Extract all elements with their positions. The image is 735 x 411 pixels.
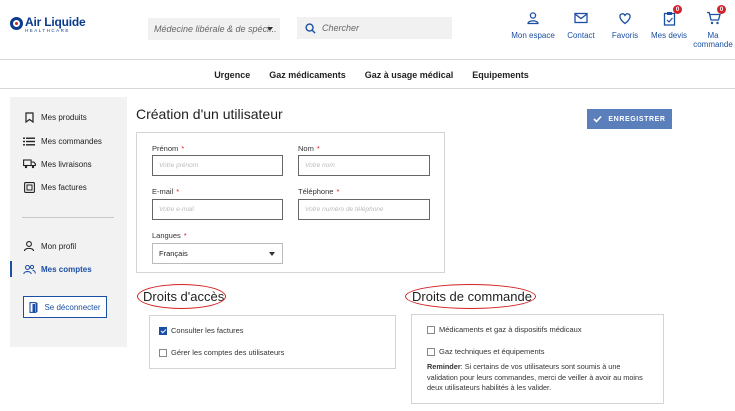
access-option-invoices[interactable]: Consulter les factures [159, 326, 244, 335]
sidebar-item-label: Mes livraisons [41, 159, 92, 169]
sidebar-item-mes-livraisons[interactable]: Mes livraisons [22, 158, 92, 170]
sidebar-item-label: Mon profil [41, 241, 77, 251]
required-mark: * [336, 187, 340, 196]
reminder-label: Reminder [427, 362, 461, 371]
nav-label: Mes devis [650, 31, 687, 40]
sidebar-item-mes-produits[interactable]: Mes produits [22, 111, 87, 123]
required-mark: * [183, 231, 187, 240]
main-menu: Urgence Gaz médicaments Gaz à usage médi… [0, 61, 735, 89]
sidebar-item-mes-commandes[interactable]: Mes commandes [22, 135, 102, 147]
option-label: Gérer les comptes des utilisateurs [171, 348, 285, 357]
sidebar-item-mes-comptes[interactable]: Mes comptes [22, 263, 92, 275]
access-option-manage-users[interactable]: Gérer les comptes des utilisateurs [159, 348, 284, 357]
quote-count-badge: 0 [673, 5, 682, 14]
option-label: Consulter les factures [171, 326, 244, 335]
phone-label: Téléphone * [298, 187, 340, 196]
sidebar-item-label: Mes factures [41, 182, 87, 192]
envelope-icon [571, 8, 591, 28]
chevron-down-icon [267, 27, 273, 31]
nav-contact[interactable]: Contact [559, 8, 603, 49]
menu-item-equipements[interactable]: Equipements [472, 70, 529, 80]
check-icon [593, 115, 603, 123]
access-rights-card: Consulter les factures Gérer les comptes… [149, 315, 396, 369]
sidebar-item-label: Mes produits [41, 112, 87, 122]
nav-favoris[interactable]: Favoris [603, 8, 647, 49]
profile-icon [22, 240, 36, 252]
last-name-field[interactable]: Votre nom [298, 155, 430, 176]
menu-item-gaz-medicaments[interactable]: Gaz médicaments [269, 70, 346, 80]
sidebar-item-mon-profil[interactable]: Mon profil [22, 240, 76, 252]
logout-label: Se déconnecter [44, 302, 101, 312]
user-icon [523, 8, 543, 28]
logo-mark-icon [10, 17, 23, 30]
nav-mes-devis[interactable]: 0 Mes devis [647, 5, 691, 49]
header: Air Liquide HEALTHCARE Médecine libérale… [0, 0, 735, 60]
order-option-technical-gas[interactable]: Gaz techniques et équipements [427, 347, 544, 356]
logout-button[interactable]: Se déconnecter [23, 296, 107, 318]
nav-ma-commande[interactable]: 0 Ma commande [691, 5, 735, 50]
nav-label: Contact [567, 31, 595, 40]
save-button[interactable]: ENREGISTRER [587, 109, 672, 129]
save-button-label: ENREGISTRER [608, 115, 666, 123]
sidebar-item-label: Mes comptes [41, 264, 92, 274]
specialty-select-value: Médecine libérale & de spéci... [154, 24, 277, 34]
heart-icon [615, 8, 635, 28]
annotation-ellipse [137, 284, 226, 309]
checkbox[interactable] [159, 348, 167, 357]
menu-item-gaz-usage-medical[interactable]: Gaz à usage médical [365, 70, 454, 80]
sidebar-item-mes-factures[interactable]: Mes factures [22, 181, 87, 193]
language-select-value: Français [159, 249, 188, 258]
invoice-icon [22, 181, 36, 193]
phone-field[interactable]: Votre numéro de téléphone [298, 199, 430, 220]
user-form-card: Prénom * Votre prénom Nom * Votre nom E-ma… [136, 132, 445, 273]
order-rights-card: Médicaments et gaz à dispositifs médicau… [411, 314, 664, 404]
menu-item-urgence[interactable]: Urgence [214, 70, 250, 80]
checkbox[interactable] [427, 347, 435, 356]
logo[interactable]: Air Liquide HEALTHCARE [10, 15, 86, 34]
users-icon [22, 263, 36, 275]
account-sidebar: Mes produits Mes commandes Mes livraison… [10, 97, 127, 347]
option-label: Médicaments et gaz à dispositifs médicau… [439, 325, 582, 334]
email-label: E-mail * [152, 187, 180, 196]
email-field[interactable]: Votre e-mail [152, 199, 283, 220]
list-icon [22, 135, 36, 147]
logo-main-text: Air Liquide [25, 15, 86, 29]
last-name-label: Nom * [298, 144, 320, 153]
nav-label: Mon espace [511, 31, 555, 40]
chevron-down-icon [269, 252, 275, 256]
language-label: Langues * [152, 231, 187, 240]
language-select[interactable]: Français [152, 243, 283, 264]
sidebar-divider [22, 217, 114, 218]
checkbox-checked[interactable] [159, 326, 167, 335]
nav-label: Favoris [611, 31, 639, 40]
checkbox[interactable] [427, 325, 435, 334]
nav-label: Ma commande [693, 31, 733, 50]
reminder-note: Reminder: Si certains de vos utilisateur… [427, 362, 652, 394]
door-exit-icon [29, 301, 38, 313]
nav-mon-espace[interactable]: Mon espace [509, 8, 557, 49]
truck-icon [22, 158, 36, 170]
sidebar-item-label: Mes commandes [41, 136, 102, 146]
header-nav: Mon espace Contact Favoris 0 Mes devis 0… [509, 5, 735, 50]
logo-sub-text: HEALTHCARE [25, 28, 70, 33]
specialty-select[interactable]: Médecine libérale & de spéci... [148, 18, 280, 40]
order-option-medications[interactable]: Médicaments et gaz à dispositifs médicau… [427, 325, 582, 334]
option-label: Gaz techniques et équipements [439, 347, 545, 356]
required-mark: * [316, 144, 320, 153]
cart-count-badge: 0 [717, 5, 726, 14]
bookmark-icon [22, 111, 36, 123]
required-mark: * [176, 187, 180, 196]
required-mark: * [181, 144, 185, 153]
search-icon [305, 22, 316, 34]
active-indicator [10, 261, 12, 277]
search-input[interactable]: Chercher [297, 17, 452, 39]
annotation-ellipse [405, 284, 536, 309]
page-title: Création d'un utilisateur [136, 106, 283, 122]
search-placeholder: Chercher [322, 23, 360, 33]
first-name-field[interactable]: Votre prénom [152, 155, 283, 176]
first-name-label: Prénom * [152, 144, 185, 153]
